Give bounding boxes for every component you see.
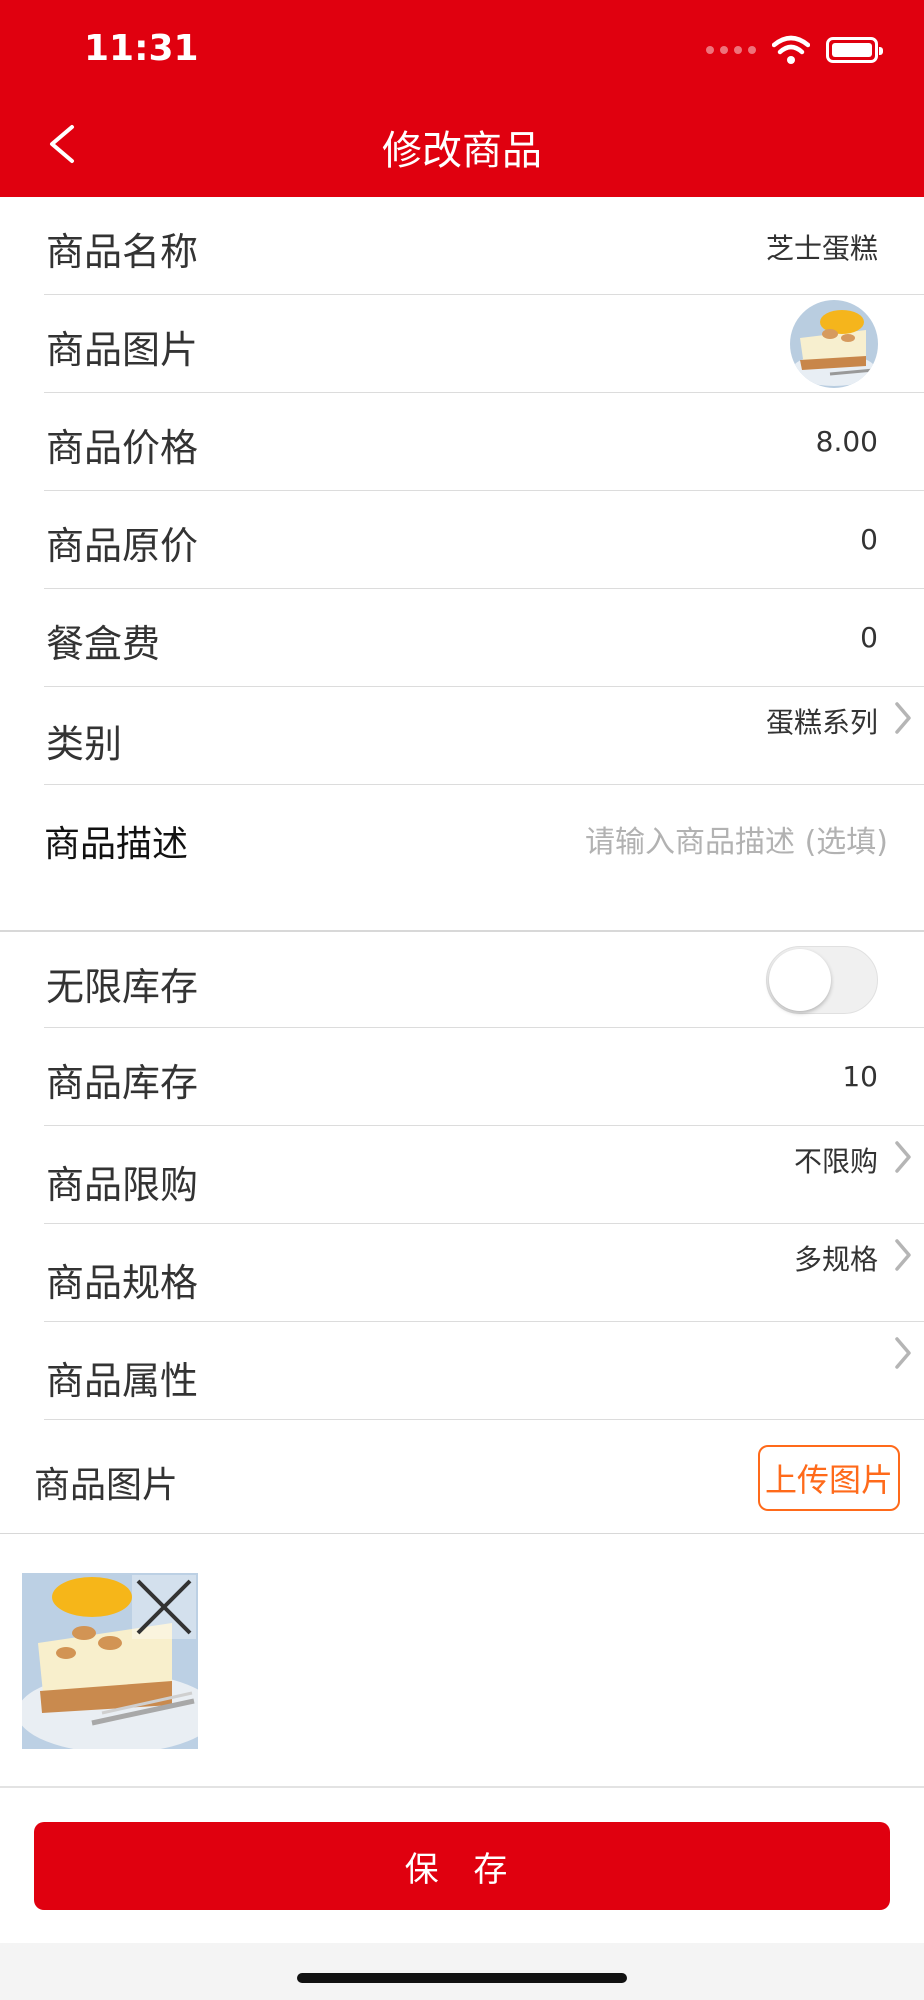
upload-image-button[interactable]: 上传图片 [758, 1445, 900, 1511]
save-button[interactable]: 保 存 [34, 1822, 890, 1910]
purchase-limit-value: 不限购 [793, 1145, 878, 1178]
navigation-bar: 11:31 修改商品 [0, 0, 924, 197]
home-indicator-area [0, 1943, 924, 2000]
price-label: 商品价格 [46, 426, 199, 470]
gallery-divider [0, 1533, 924, 1534]
original-price-row[interactable]: 商品原价 0 [0, 491, 924, 589]
status-icons [706, 32, 883, 68]
category-value: 蛋糕系列 [765, 706, 878, 739]
category-row[interactable]: 类别 蛋糕系列 [0, 687, 924, 785]
purchase-limit-label: 商品限购 [46, 1163, 199, 1207]
battery-icon [826, 37, 883, 63]
signal-icon [706, 46, 756, 54]
name-row[interactable]: 商品名称 芝士蛋糕 [0, 197, 924, 295]
chevron-right-icon [895, 1337, 911, 1369]
stock-label: 商品库存 [46, 1061, 199, 1105]
close-icon[interactable] [132, 1575, 196, 1639]
chevron-right-icon [895, 1141, 911, 1173]
chevron-right-icon [895, 1239, 911, 1271]
image-row[interactable]: 商品图片 [0, 295, 924, 393]
price-value[interactable]: 8.00 [816, 425, 878, 458]
description-input[interactable]: 请输入商品描述 (选填) [585, 817, 888, 861]
description-row[interactable]: 商品描述 请输入商品描述 (选填) [0, 785, 924, 930]
box-fee-row[interactable]: 餐盒费 0 [0, 589, 924, 687]
status-time: 11:31 [84, 28, 199, 69]
name-value[interactable]: 芝士蛋糕 [766, 227, 878, 267]
stock-row[interactable]: 商品库存 10 [0, 1028, 924, 1126]
name-label: 商品名称 [46, 230, 199, 274]
attributes-row[interactable]: 商品属性 [0, 1322, 924, 1420]
unlimited-stock-label: 无限库存 [46, 965, 199, 1009]
price-row[interactable]: 商品价格 8.00 [0, 393, 924, 491]
purchase-limit-row[interactable]: 商品限购 不限购 [0, 1126, 924, 1224]
chevron-right-icon [895, 702, 911, 734]
original-price-label: 商品原价 [46, 524, 199, 568]
spec-label: 商品规格 [46, 1261, 199, 1305]
wifi-icon [772, 35, 810, 64]
spec-value: 多规格 [793, 1243, 878, 1276]
attributes-label: 商品属性 [46, 1359, 199, 1403]
unlimited-stock-toggle[interactable] [766, 946, 878, 1014]
spec-row[interactable]: 商品规格 多规格 [0, 1224, 924, 1322]
box-fee-value[interactable]: 0 [860, 621, 878, 654]
box-fee-label: 餐盒费 [46, 622, 161, 666]
unlimited-stock-row: 无限库存 [0, 932, 924, 1028]
description-label: 商品描述 [44, 824, 189, 865]
stock-value[interactable]: 10 [842, 1060, 878, 1093]
home-indicator [297, 1973, 627, 1983]
category-label: 类别 [46, 722, 123, 766]
footer: 保 存 [0, 1786, 924, 1943]
image-label: 商品图片 [46, 328, 199, 372]
original-price-value[interactable]: 0 [860, 523, 878, 556]
gallery-label: 商品图片 [34, 1465, 179, 1506]
product-thumbnail[interactable] [790, 300, 878, 388]
page-title: 修改商品 [382, 128, 542, 174]
